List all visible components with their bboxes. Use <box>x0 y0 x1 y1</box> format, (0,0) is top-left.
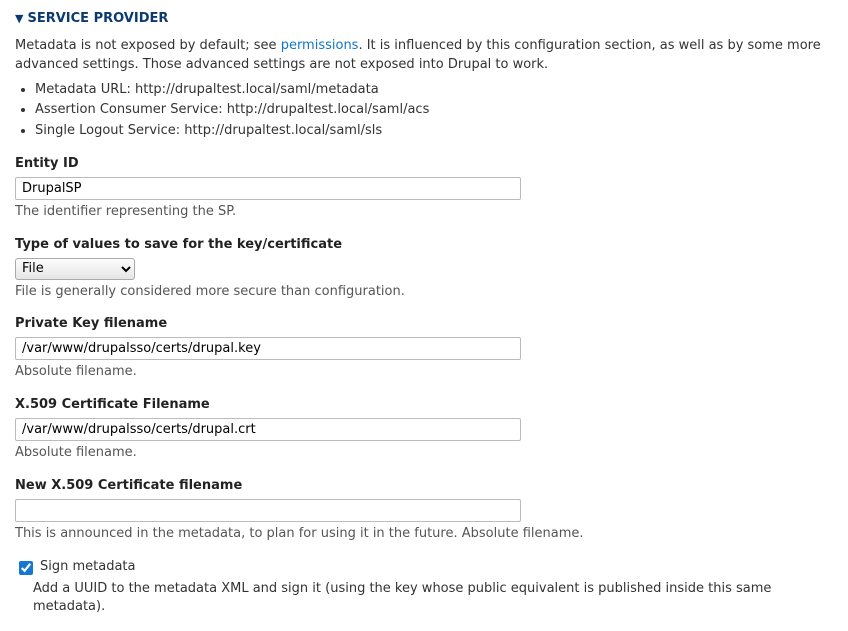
section-title: SERVICE PROVIDER <box>27 10 168 29</box>
private-key-help: Absolute filename. <box>15 363 833 382</box>
type-values-label: Type of values to save for the key/certi… <box>15 236 833 255</box>
new-x509-help: This is announced in the metadata, to pl… <box>15 525 833 544</box>
type-values-select[interactable]: File <box>15 258 135 280</box>
new-x509-input[interactable] <box>15 499 521 522</box>
x509-label: X.509 Certificate Filename <box>15 396 833 415</box>
field-sign-metadata: Sign metadata Add a UUID to the metadata… <box>15 558 833 618</box>
x509-help: Absolute filename. <box>15 444 833 463</box>
entity-id-label: Entity ID <box>15 155 833 174</box>
collapse-triangle-icon: ▼ <box>15 11 23 27</box>
sign-metadata-label: Sign metadata <box>40 558 136 577</box>
sign-metadata-help: Add a UUID to the metadata XML and sign … <box>33 580 833 618</box>
metadata-url-item: Metadata URL: http://drupaltest.local/sa… <box>35 81 833 100</box>
section-header-service-provider[interactable]: ▼ SERVICE PROVIDER <box>15 10 833 29</box>
private-key-label: Private Key filename <box>15 315 833 334</box>
intro-paragraph: Metadata is not exposed by default; see … <box>15 37 833 75</box>
field-private-key: Private Key filename Absolute filename. <box>15 315 833 382</box>
acs-item: Assertion Consumer Service: http://drupa… <box>35 101 833 120</box>
sls-label: Single Logout Service: <box>35 123 184 138</box>
metadata-url-list: Metadata URL: http://drupaltest.local/sa… <box>35 81 833 142</box>
type-values-help: File is generally considered more secure… <box>15 283 833 302</box>
new-x509-label: New X.509 Certificate filename <box>15 477 833 496</box>
acs-value: http://drupaltest.local/saml/acs <box>227 102 430 117</box>
sign-metadata-checkbox[interactable] <box>19 561 33 575</box>
entity-id-help: The identifier representing the SP. <box>15 203 833 222</box>
metadata-url-value: http://drupaltest.local/saml/metadata <box>135 82 379 97</box>
field-new-x509: New X.509 Certificate filename This is a… <box>15 477 833 544</box>
field-type-values: Type of values to save for the key/certi… <box>15 236 833 302</box>
sls-value: http://drupaltest.local/saml/sls <box>184 123 382 138</box>
field-entity-id: Entity ID The identifier representing th… <box>15 155 833 222</box>
permissions-link[interactable]: permissions <box>281 38 359 53</box>
x509-input[interactable] <box>15 418 521 441</box>
entity-id-input[interactable] <box>15 177 521 200</box>
acs-label: Assertion Consumer Service: <box>35 102 227 117</box>
intro-prefix: Metadata is not exposed by default; see <box>15 38 281 53</box>
metadata-url-label: Metadata URL: <box>35 82 135 97</box>
sls-item: Single Logout Service: http://drupaltest… <box>35 122 833 141</box>
field-x509: X.509 Certificate Filename Absolute file… <box>15 396 833 463</box>
private-key-input[interactable] <box>15 337 521 360</box>
